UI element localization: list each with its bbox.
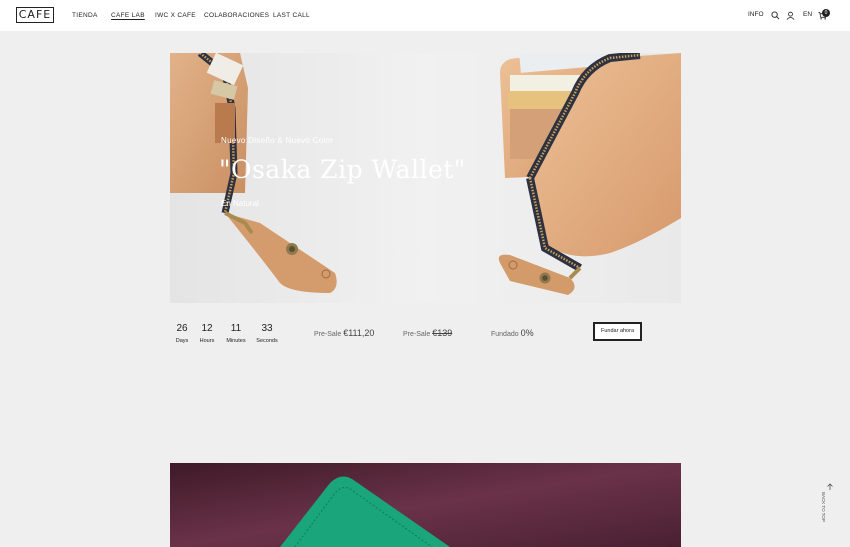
countdown-hours-label: Hours [199, 338, 215, 344]
cart-count-badge: 0 [822, 9, 830, 17]
fund-now-button[interactable]: Fundar ahora [593, 322, 642, 341]
site-header: CAFE TIENDA CAFE LAB IWC X CAFE COLABORA… [0, 0, 850, 31]
hero-banner[interactable]: Nuevo Diseño & Nuevo Color "Osaka Zip Wa… [170, 53, 681, 303]
arrow-up-icon[interactable] [826, 483, 834, 491]
nav-cafe-lab[interactable]: CAFE LAB [111, 12, 145, 19]
back-to-top-link[interactable]: BACK TO TOP [821, 492, 826, 522]
countdown-minutes-label: Minutes [226, 338, 246, 344]
nav-colaboraciones[interactable]: COLABORACIONES [204, 12, 269, 19]
countdown-hours-value: 12 [201, 323, 213, 334]
language-switch[interactable]: EN [803, 11, 812, 18]
nav-last-call[interactable]: LAST CALL [273, 12, 310, 19]
logo[interactable]: CAFE [16, 7, 54, 23]
presale-price: Pre-Sale €111,20 [314, 328, 374, 338]
search-icon[interactable] [771, 11, 780, 20]
nav-iwc-x-cafe[interactable]: IWC X CAFE [155, 12, 196, 19]
hero-kicker: Nuevo Diseño & Nuevo Color [221, 136, 334, 145]
hero-subtitle: En Natural [221, 199, 259, 208]
second-banner-image [170, 463, 681, 547]
funded-status: Fundado 0% [491, 328, 534, 338]
presale-label: Pre-Sale [314, 331, 342, 338]
funded-label: Fundado [491, 331, 519, 338]
countdown-minutes-value: 11 [230, 323, 242, 334]
original-price-label: Pre-Sale [403, 331, 431, 338]
user-icon[interactable] [786, 11, 795, 20]
second-banner[interactable] [170, 463, 681, 547]
info-link[interactable]: INFO [748, 11, 764, 18]
presale-value: €111,20 [343, 328, 375, 338]
funded-value: 0% [520, 328, 534, 338]
countdown-seconds-value: 33 [261, 323, 273, 334]
hero-title: "Osaka Zip Wallet" [219, 155, 466, 184]
nav-tienda[interactable]: TIENDA [72, 12, 98, 19]
original-price-value: €139 [432, 328, 453, 338]
original-price: Pre-Sale €139 [403, 328, 452, 338]
countdown-seconds-label: Seconds [256, 338, 278, 344]
